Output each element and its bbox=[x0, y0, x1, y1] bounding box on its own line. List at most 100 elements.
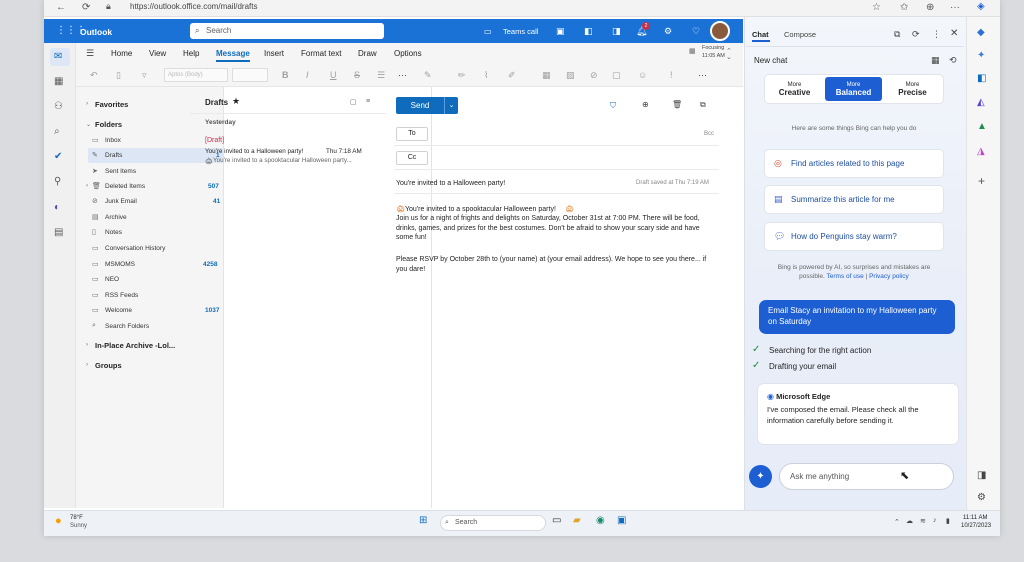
groups-header[interactable]: Groups bbox=[95, 361, 122, 370]
star-icon[interactable]: ★ bbox=[232, 96, 240, 107]
tone-balanced[interactable]: More Balanced bbox=[825, 77, 882, 101]
clipboard-icon[interactable]: ▯ bbox=[116, 70, 121, 81]
picture-icon[interactable]: ▧ bbox=[566, 70, 575, 81]
delete-draft-icon[interactable]: 🗑︎ bbox=[672, 100, 682, 109]
calendar-rail-icon[interactable]: ▦ bbox=[54, 76, 63, 87]
tone-precise[interactable]: More Precise bbox=[884, 77, 941, 101]
underline-icon[interactable]: U bbox=[330, 70, 337, 80]
bcc-button[interactable]: Bcc bbox=[704, 131, 714, 137]
zoom-icon[interactable]: ⊕ bbox=[642, 100, 649, 109]
filter-icon[interactable]: ≡ bbox=[366, 98, 370, 105]
outlook-icon[interactable]: ◧ bbox=[977, 73, 986, 84]
bullets-icon[interactable]: ☰ bbox=[377, 70, 385, 81]
extensions-icon[interactable]: ⊕ bbox=[926, 2, 934, 13]
history-icon[interactable]: ⟲ bbox=[949, 55, 957, 66]
folder-neo[interactable]: NEO bbox=[105, 276, 119, 283]
send-button[interactable]: Send bbox=[396, 97, 444, 114]
to-button[interactable]: To bbox=[396, 127, 428, 141]
body-paragraph2[interactable]: Please RSVP by October 28th to (your nam… bbox=[396, 255, 716, 274]
tools-icon[interactable]: ▲ bbox=[977, 121, 987, 132]
tab-message[interactable]: Message bbox=[216, 49, 250, 62]
draw-pen-icon[interactable]: ✏ bbox=[458, 70, 466, 81]
games-icon[interactable]: ◭ bbox=[977, 97, 985, 108]
tips-icon[interactable]: ♡ bbox=[692, 26, 700, 36]
bold-icon[interactable]: B bbox=[282, 70, 289, 80]
folder-inbox[interactable]: Inbox bbox=[105, 137, 121, 144]
table-icon[interactable]: ▦ bbox=[542, 70, 551, 81]
priority-icon[interactable]: ! bbox=[670, 70, 673, 80]
list-item[interactable]: [Draft] You're invited to a Halloween pa… bbox=[194, 132, 386, 170]
weather-temp[interactable]: 78°F bbox=[70, 515, 83, 521]
clock-time[interactable]: 11:11 AM bbox=[963, 515, 987, 521]
attach-icon[interactable]: ⌕ bbox=[54, 126, 60, 137]
chevron-right-icon[interactable]: › bbox=[86, 342, 88, 348]
tray-chevron-icon[interactable]: ⌃ bbox=[894, 518, 900, 526]
tab-help[interactable]: Help bbox=[183, 49, 199, 58]
loop-icon[interactable]: ◐ bbox=[54, 202, 60, 213]
suggestion-find-articles[interactable]: ◎ Find articles related to this page bbox=[764, 149, 944, 178]
chevron-right-icon[interactable]: › bbox=[86, 183, 88, 189]
folder-conversation-history[interactable]: Conversation History bbox=[105, 245, 165, 252]
strikethrough-icon[interactable]: S bbox=[354, 70, 360, 80]
apps-icon[interactable]: ▤ bbox=[54, 227, 63, 238]
tab-chat[interactable]: Chat bbox=[752, 30, 769, 39]
popout-icon[interactable]: ⧉ bbox=[700, 100, 706, 110]
shield-icon[interactable]: ⛉ bbox=[610, 101, 616, 111]
tab-compose[interactable]: Compose bbox=[784, 30, 816, 39]
mail-icon[interactable]: ✉ bbox=[54, 51, 62, 62]
folder-deleted[interactable]: Deleted Items bbox=[105, 183, 145, 190]
folder-search[interactable]: Search Folders bbox=[105, 323, 149, 330]
tab-draw[interactable]: Draw bbox=[358, 49, 377, 58]
terms-link[interactable]: Terms of use bbox=[827, 273, 864, 280]
folder-sent[interactable]: Sent Items bbox=[105, 168, 136, 175]
cc-button[interactable]: Cc bbox=[396, 151, 428, 165]
chevron-right-icon[interactable]: › bbox=[86, 362, 88, 368]
folder-drafts[interactable]: Drafts bbox=[105, 152, 122, 159]
emoji-icon[interactable]: ☺ bbox=[638, 70, 647, 80]
store-icon[interactable]: ▣ bbox=[617, 515, 626, 527]
font-size-select[interactable] bbox=[232, 68, 268, 82]
hamburger-icon[interactable]: ☰ bbox=[86, 48, 94, 59]
archive-header[interactable]: In-Place Archive -Lol... bbox=[95, 341, 175, 350]
chevron-right-icon[interactable]: › bbox=[86, 101, 88, 107]
collections-icon[interactable]: ✦ bbox=[977, 50, 985, 61]
font-family-select[interactable]: Aptos (Body) bbox=[164, 68, 228, 82]
undo-icon[interactable]: ↶ bbox=[90, 70, 98, 81]
todo-icon[interactable]: ✔ bbox=[54, 151, 62, 162]
refresh-panel-icon[interactable]: ⟳ bbox=[912, 29, 920, 40]
body-paragraph1[interactable]: Join us for a night of frights and delig… bbox=[396, 214, 716, 243]
format-painter-icon[interactable]: ▿ bbox=[142, 70, 147, 81]
favorites-header[interactable]: Favorites bbox=[95, 100, 128, 109]
search-input[interactable]: ⌕ Search bbox=[190, 23, 384, 39]
folder-rss[interactable]: RSS Feeds bbox=[105, 292, 138, 299]
wifi-icon[interactable]: ≋ bbox=[920, 517, 926, 525]
tab-insert[interactable]: Insert bbox=[264, 49, 284, 58]
folder-notes[interactable]: Notes bbox=[105, 229, 122, 236]
taskbar-search[interactable]: ⌕ Search bbox=[440, 515, 546, 531]
avatar[interactable] bbox=[710, 21, 730, 41]
ribbon-down-icon[interactable]: ⌄ bbox=[726, 53, 732, 61]
panel-more-icon[interactable]: ⋮ bbox=[932, 29, 941, 40]
edge-icon[interactable]: ◉ bbox=[596, 515, 605, 527]
battery-icon[interactable]: ▮ bbox=[946, 517, 950, 525]
grid-icon[interactable]: ▦ bbox=[931, 55, 940, 66]
folder-junk[interactable]: Junk Email bbox=[105, 198, 137, 205]
select-icon[interactable]: ▢ bbox=[350, 98, 357, 106]
italic-icon[interactable]: I bbox=[306, 70, 309, 80]
more-format-icon[interactable]: ··· bbox=[398, 70, 407, 80]
word-icon[interactable]: ◨ bbox=[612, 26, 621, 36]
address-bar[interactable]: https://outlook.office.com/mail/drafts bbox=[118, 0, 718, 14]
subject-field[interactable]: You're invited to a Halloween party! bbox=[396, 180, 505, 187]
favorites-icon[interactable]: ✩ bbox=[900, 2, 908, 13]
settings-icon[interactable]: ⚙ bbox=[977, 492, 986, 503]
style-icon[interactable]: ✎ bbox=[424, 70, 432, 81]
designer-icon[interactable]: ◮ bbox=[977, 146, 985, 157]
volume-icon[interactable]: ♪ bbox=[933, 517, 937, 524]
folder-msmoms[interactable]: MSMOMS bbox=[105, 261, 135, 268]
send-options-dropdown[interactable]: ⌄ bbox=[444, 97, 458, 114]
task-view-icon[interactable]: ▭ bbox=[552, 515, 561, 527]
link-icon[interactable]: ⊘ bbox=[590, 70, 598, 81]
favorite-icon[interactable]: ☆ bbox=[872, 2, 881, 13]
org-icon[interactable]: ⚲ bbox=[54, 176, 61, 187]
open-new-icon[interactable]: ⧉ bbox=[894, 29, 900, 40]
